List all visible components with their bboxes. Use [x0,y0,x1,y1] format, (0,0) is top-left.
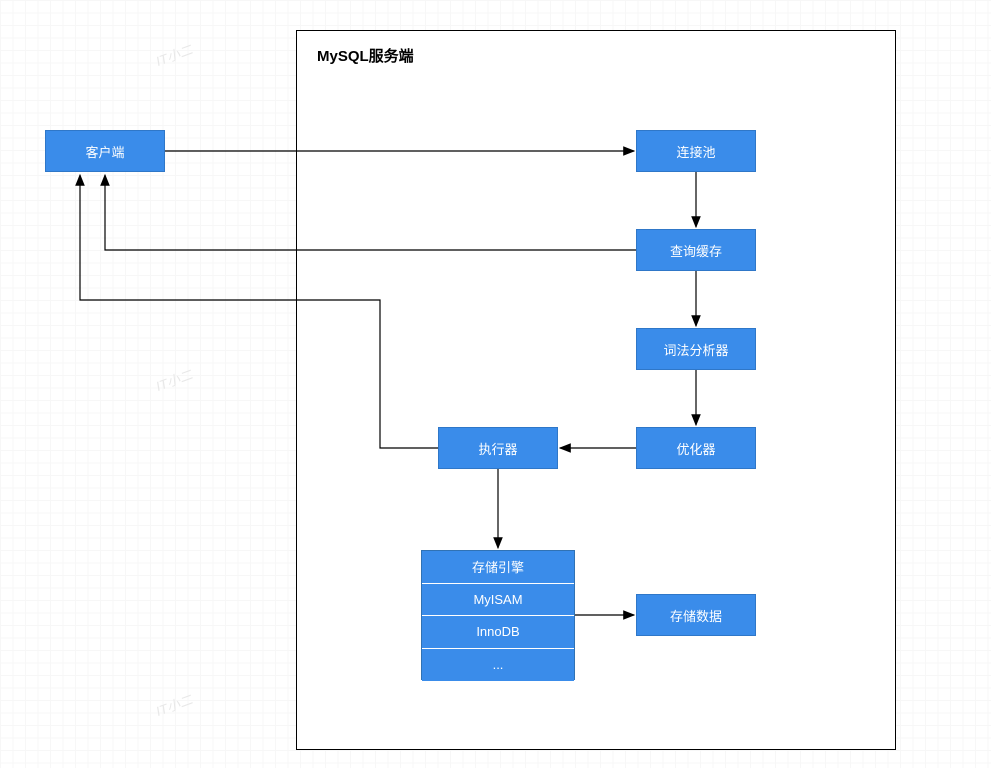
server-title: MySQL服务端 [317,45,414,66]
engine-row: ... [422,649,574,682]
engine-stack: 存储引擎 MyISAM InnoDB ... [421,550,575,680]
node-lexer: 词法分析器 [636,328,756,370]
node-connection-pool: 连接池 [636,130,756,172]
node-query-cache: 查询缓存 [636,229,756,271]
node-client: 客户端 [45,130,165,172]
engine-row: MyISAM [422,584,574,617]
server-box: MySQL服务端 [296,30,896,750]
node-storage-data: 存储数据 [636,594,756,636]
engine-row: InnoDB [422,616,574,649]
engine-header: 存储引擎 [422,551,574,584]
node-executor: 执行器 [438,427,558,469]
node-optimizer: 优化器 [636,427,756,469]
